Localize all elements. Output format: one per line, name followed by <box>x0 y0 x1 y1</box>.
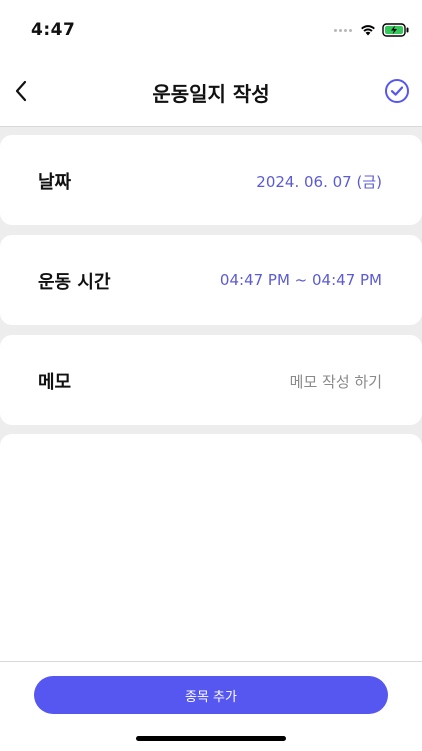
date-row[interactable]: 날짜 2024. 06. 07 (금) <box>0 135 422 225</box>
workout-time-label: 운동 시간 <box>38 272 111 293</box>
workout-time-row[interactable]: 운동 시간 04:47 PM ~ 04:47 PM <box>0 235 422 325</box>
date-value[interactable]: 2024. 06. 07 (금) <box>256 171 382 192</box>
memo-input[interactable]: 메모 작성 하기 <box>290 371 382 392</box>
bottom-bar: 종목 추가 <box>0 661 422 751</box>
navigation-bar: 운동일지 작성 <box>0 56 422 127</box>
cellular-signal-icon <box>334 29 352 32</box>
page-title: 운동일지 작성 <box>152 82 270 106</box>
workout-time-value[interactable]: 04:47 PM ~ 04:47 PM <box>220 271 382 289</box>
add-exercise-button[interactable]: 종목 추가 <box>34 676 388 714</box>
memo-row[interactable]: 메모 메모 작성 하기 <box>0 335 422 425</box>
exercise-list <box>0 434 422 674</box>
date-label: 날짜 <box>38 172 72 193</box>
battery-charging-icon <box>382 23 409 37</box>
wifi-icon <box>361 25 375 36</box>
check-circle-icon[interactable] <box>384 78 410 104</box>
home-indicator <box>136 736 286 741</box>
status-bar: 4:47 <box>0 0 422 56</box>
status-time: 4:47 <box>31 20 76 40</box>
memo-label: 메모 <box>38 372 72 393</box>
